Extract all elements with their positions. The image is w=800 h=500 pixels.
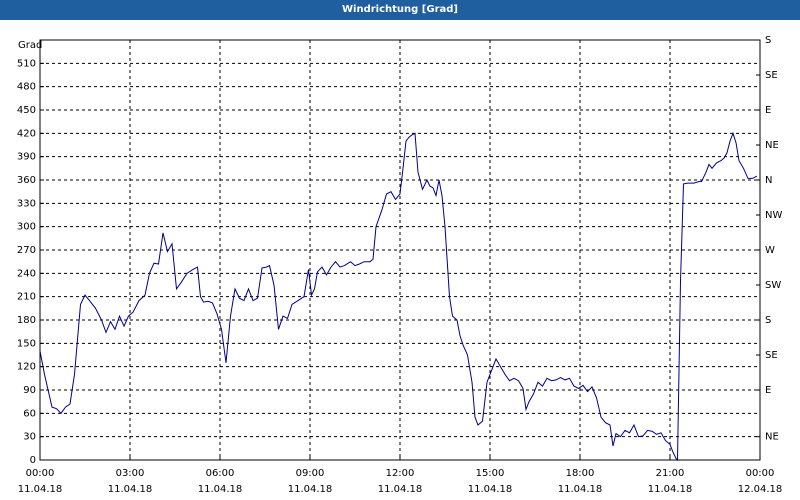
compass-tick-label: NE <box>765 140 779 151</box>
y-tick-label: 300 <box>17 222 36 233</box>
wind-direction-chart: 0 30 60 90 120 150 180 210 240 270 300 330 360 390 420… <box>17 35 783 495</box>
y-tick-label: 120 <box>17 362 36 373</box>
x-tick-date: 12.04.18 <box>738 484 783 495</box>
compass-tick-label: SE <box>765 70 778 81</box>
y-tick-label: 510 <box>17 58 36 69</box>
y-tick-label: 390 <box>17 152 36 163</box>
x-tick-date: 11.04.18 <box>198 484 243 495</box>
window-title: Windrichtung [Grad] <box>0 0 800 20</box>
x-tick-date: 11.04.18 <box>648 484 693 495</box>
x-tick-time: 00:00 <box>746 468 775 479</box>
x-tick-time: 09:00 <box>296 468 325 479</box>
compass-tick-label: E <box>765 105 771 116</box>
y-tick-label: 180 <box>17 315 36 326</box>
y-axis-label: Grad <box>18 40 42 51</box>
x-tick-time: 15:00 <box>476 468 505 479</box>
y-tick-label: 420 <box>17 128 36 139</box>
x-tick-date: 11.04.18 <box>18 484 63 495</box>
x-tick-date: 11.04.18 <box>558 484 603 495</box>
x-tick-date: 11.04.18 <box>108 484 153 495</box>
x-tick-time: 18:00 <box>566 468 595 479</box>
y-tick-label: 90 <box>23 385 36 396</box>
compass-tick-label: NW <box>765 210 782 221</box>
compass-tick-label: N <box>765 175 772 186</box>
compass-tick-label: NE <box>765 432 779 443</box>
compass-tick-label: E <box>765 385 771 396</box>
y-tick-label: 270 <box>17 245 36 256</box>
x-tick-date: 11.04.18 <box>468 484 513 495</box>
y-tick-label: 480 <box>17 82 36 93</box>
y-tick-label: 30 <box>23 432 36 443</box>
compass-tick-label: S <box>765 315 771 326</box>
y-tick-label: 150 <box>17 338 36 349</box>
x-tick-time: 21:00 <box>656 468 685 479</box>
y-tick-label: 360 <box>17 175 36 186</box>
y-tick-label: 450 <box>17 105 36 116</box>
x-tick-time: 00:00 <box>26 468 55 479</box>
y-tick-label: 210 <box>17 292 36 303</box>
y-tick-label: 60 <box>23 408 36 419</box>
x-tick-date: 11.04.18 <box>288 484 333 495</box>
compass-tick-label: SW <box>765 280 781 291</box>
compass-tick-label: SE <box>765 350 778 361</box>
x-tick-time: 06:00 <box>206 468 235 479</box>
y-tick-label: 240 <box>17 268 36 279</box>
compass-tick-label: S <box>765 35 771 46</box>
y-tick-label: 330 <box>17 198 36 209</box>
x-axis: 00:00 11.04.18 03:00 11.04.18 06:00 11.04.18 0… <box>18 456 783 495</box>
y-tick-label: 0 <box>30 455 36 466</box>
x-tick-time: 03:00 <box>116 468 145 479</box>
compass-tick-label: W <box>765 245 775 256</box>
x-tick-date: 11.04.18 <box>378 484 423 495</box>
x-tick-time: 12:00 <box>386 468 415 479</box>
